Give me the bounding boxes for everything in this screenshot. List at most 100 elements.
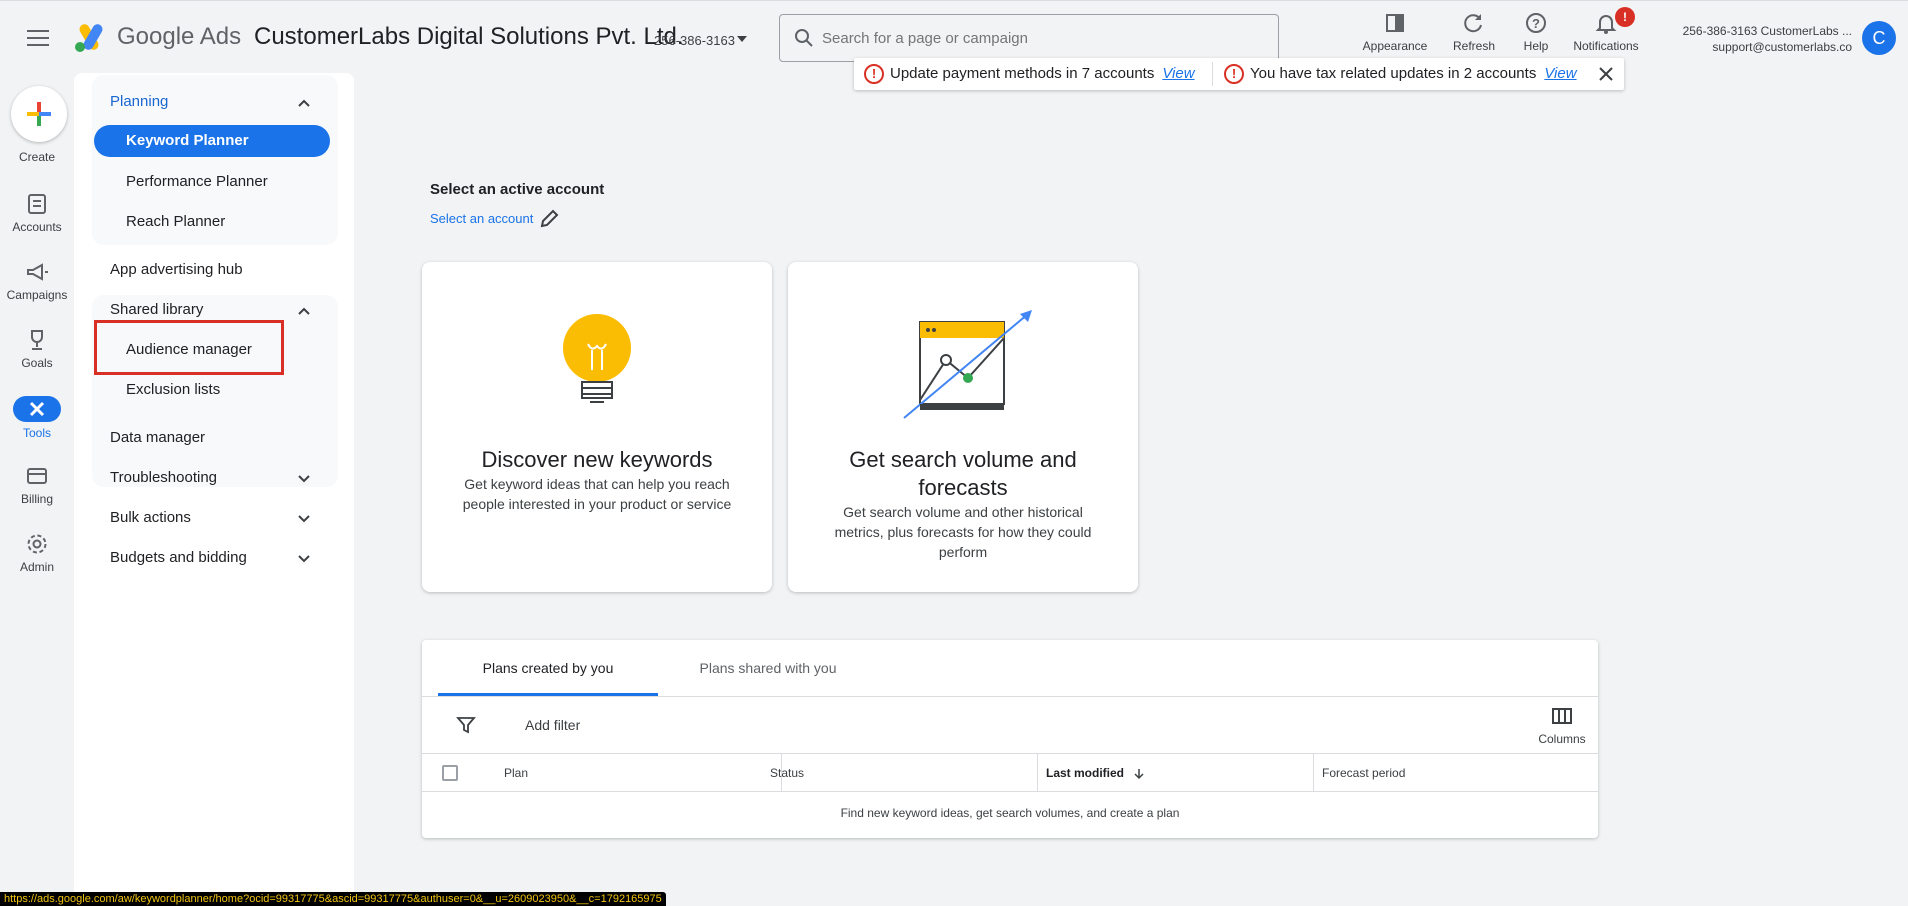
pencil-icon[interactable] <box>538 208 560 230</box>
chevron-down-icon[interactable] <box>296 471 312 487</box>
columns-button[interactable]: Columns <box>1534 707 1590 746</box>
card-title: Discover new keywords <box>481 447 713 472</box>
chevron-up-icon[interactable] <box>296 303 312 319</box>
goals-label: Goals <box>21 356 53 370</box>
column-header-plan[interactable]: Plan <box>496 754 782 792</box>
help-icon: ? <box>1526 13 1546 33</box>
help-label: Help <box>1523 39 1549 53</box>
megaphone-icon <box>27 263 48 281</box>
nav-reach-planner[interactable]: Reach Planner <box>126 213 225 230</box>
tax-alert-text: You have tax related updates in 2 accoun… <box>1250 64 1537 82</box>
search-input[interactable] <box>822 25 1262 51</box>
rail-item-accounts[interactable]: Accounts <box>0 192 74 234</box>
main-menu-icon[interactable] <box>24 25 52 49</box>
create-label: Create <box>18 150 56 164</box>
rail-item-goals[interactable]: Goals <box>0 328 74 370</box>
last-modified-label: Last modified <box>1046 766 1125 780</box>
card-description: Get keyword ideas that can help you reac… <box>462 476 732 512</box>
alert-divider <box>1212 62 1213 86</box>
column-header-status[interactable]: Status <box>762 754 1038 792</box>
nav-planning[interactable]: Planning <box>110 93 168 110</box>
accounts-label: Accounts <box>12 220 62 234</box>
search-box[interactable] <box>779 14 1279 62</box>
empty-state-message: Find new keyword ideas, get search volum… <box>840 806 1180 820</box>
close-icon[interactable] <box>1596 64 1616 84</box>
plans-table: Plans created by you Plans shared with y… <box>422 640 1598 838</box>
lightbulb-icon <box>563 314 631 403</box>
credit-card-icon <box>27 468 47 484</box>
avatar[interactable]: C <box>1862 21 1896 55</box>
billing-label: Billing <box>20 492 53 506</box>
user-line-1: 256-386-3163 CustomerLabs ... <box>1682 24 1852 38</box>
appearance-label: Appearance <box>1362 39 1428 53</box>
account-id[interactable]: 256-386-3163 <box>654 33 735 48</box>
left-rail: Create Accounts Campaigns Goals Tools Bi… <box>0 72 74 906</box>
card-description: Get search volume and other historical m… <box>834 504 1092 560</box>
campaigns-label: Campaigns <box>6 288 68 302</box>
plus-icon <box>27 102 51 126</box>
trophy-icon <box>31 330 43 350</box>
appearance-button[interactable]: Appearance <box>1355 11 1435 59</box>
notifications-label: Notifications <box>1573 39 1639 53</box>
rail-item-billing[interactable]: Billing <box>0 464 74 506</box>
rail-item-admin[interactable]: Admin <box>0 532 74 574</box>
tax-alert: ! You have tax related updates in 2 accou… <box>1224 64 1577 84</box>
account-name[interactable]: CustomerLabs Digital Solutions Pvt. Ltd. <box>254 23 684 51</box>
tab-plans-created[interactable]: Plans created by you <box>438 640 658 696</box>
card-title: Get search volume and forecasts <box>849 447 1077 500</box>
error-icon: ! <box>864 64 884 84</box>
rail-item-tools[interactable]: Tools <box>0 396 74 440</box>
alert-bar: ! Update payment methods in 7 accounts Vie… <box>854 58 1624 90</box>
notification-badge: ! <box>1615 7 1635 27</box>
google-ads-logo <box>75 24 103 52</box>
chevron-down-icon[interactable] <box>296 551 312 567</box>
discover-keywords-card[interactable]: Discover new keywords Get keyword ideas … <box>422 262 772 592</box>
select-account-title: Select an active account <box>430 181 605 198</box>
nav-bulk-actions[interactable]: Bulk actions <box>110 509 191 526</box>
add-filter-button[interactable]: Add filter <box>525 717 580 733</box>
sort-down-icon[interactable] <box>1133 768 1145 780</box>
tax-view-link[interactable]: View <box>1544 65 1576 82</box>
product-name: Google Ads <box>117 23 242 50</box>
wrench-icon <box>29 401 45 417</box>
notifications-button[interactable]: ! Notifications <box>1566 7 1646 59</box>
accounts-icon <box>28 194 46 214</box>
nav-troubleshooting[interactable]: Troubleshooting <box>110 469 217 486</box>
nav-performance-planner[interactable]: Performance Planner <box>126 173 268 190</box>
columns-icon <box>1552 708 1572 724</box>
column-header-last-modified[interactable]: Last modified <box>1038 754 1314 792</box>
chevron-up-icon[interactable] <box>296 95 312 111</box>
table-header: Plan Status Last modified Forecast perio… <box>422 754 1598 792</box>
select-account-link[interactable]: Select an account <box>430 211 533 226</box>
user-account-info[interactable]: 256-386-3163 CustomerLabs ... support@cu… <box>1683 23 1852 55</box>
tab-plans-shared[interactable]: Plans shared with you <box>658 640 878 696</box>
nav-exclusion-lists[interactable]: Exclusion lists <box>126 381 220 398</box>
tools-label: Tools <box>22 426 51 440</box>
nav-shared-library[interactable]: Shared library <box>110 301 203 318</box>
payment-alert: ! Update payment methods in 7 accounts Vie… <box>864 64 1195 84</box>
status-bar-url: https://ads.google.com/aw/keywordplanner… <box>0 892 666 906</box>
search-icon <box>795 29 813 47</box>
chevron-down-icon[interactable] <box>296 511 312 527</box>
highlight-annotation <box>94 320 284 375</box>
appearance-icon <box>1386 14 1404 32</box>
nav-keyword-planner[interactable]: Keyword Planner <box>94 125 330 157</box>
nav-app-advertising-hub[interactable]: App advertising hub <box>110 261 243 278</box>
column-header-forecast-period[interactable]: Forecast period <box>1314 754 1598 792</box>
svg-text:?: ? <box>1532 16 1540 31</box>
nav-budgets-and-bidding[interactable]: Budgets and bidding <box>110 549 247 566</box>
refresh-icon <box>1464 14 1482 33</box>
user-email: support@customerlabs.co <box>1712 40 1852 54</box>
help-button[interactable]: ? Help <box>1496 11 1576 59</box>
rail-item-campaigns[interactable]: Campaigns <box>0 260 74 302</box>
payment-alert-text: Update payment methods in 7 accounts <box>890 64 1155 82</box>
select-all-checkbox[interactable] <box>442 765 458 781</box>
filter-icon[interactable] <box>456 715 476 735</box>
search-volume-card[interactable]: Get search volume and forecasts Get sear… <box>788 262 1138 592</box>
rail-create-label[interactable]: Create <box>0 146 74 164</box>
nav-data-manager[interactable]: Data manager <box>110 429 205 446</box>
payment-view-link[interactable]: View <box>1162 65 1194 82</box>
account-dropdown-icon[interactable] <box>737 36 747 42</box>
create-button[interactable] <box>11 86 67 142</box>
tools-pill <box>13 396 61 422</box>
